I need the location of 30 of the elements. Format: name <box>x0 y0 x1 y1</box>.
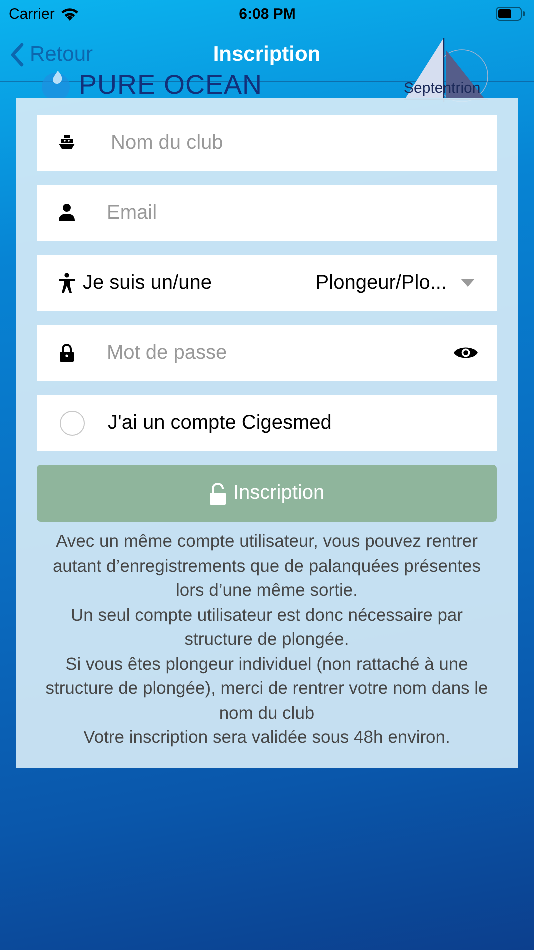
caret-icon <box>461 279 475 287</box>
person-figure-icon <box>57 273 77 293</box>
info-text: Si vous êtes plongeur individuel (non rattaché à une structure de plongée), merci de rentrer votre nom dans le nom du club <box>44 652 490 724</box>
radio-label: J'ai un compte Cigesmed <box>108 412 332 434</box>
carrier-label: Carrier <box>9 6 55 22</box>
padlock-icon <box>209 482 228 504</box>
text-box[interactable]: Email <box>37 185 497 241</box>
padlock-icon <box>57 343 77 363</box>
page-title: Inscription <box>213 42 321 66</box>
logo-text: Septentrion <box>404 80 481 97</box>
wifi-icon <box>60 6 80 22</box>
chevron-left-icon <box>10 42 24 66</box>
field-label: Je suis un/une <box>83 272 212 294</box>
battery-icon <box>496 7 526 21</box>
info-text: Un seul compte utilisateur est donc nécessaire par structure de plongée. <box>70 604 464 651</box>
back-button[interactable]: Retour <box>0 42 94 66</box>
input-field[interactable]: Email <box>105 200 479 226</box>
logo-text: PURE OCEAN <box>79 70 263 100</box>
radio-button[interactable] <box>60 410 85 436</box>
show-password-button[interactable] <box>453 345 479 361</box>
info-text: Avec un même compte utilisateur, vous pouvez rentrer autant d’enregistrements que de palanquées présentes lors d’une même sortie. <box>52 530 482 602</box>
status-time: 6:08 PM <box>239 6 296 22</box>
info-text: Votre inscription sera validée sous 48h environ. <box>82 726 452 749</box>
person-icon <box>57 203 77 223</box>
role-dropdown[interactable]: Plongeur/Plo... <box>316 272 479 294</box>
text-box[interactable]: Nom du club <box>37 115 497 171</box>
password-box[interactable]: Mot de passe <box>37 325 497 381</box>
eye-icon <box>453 345 479 361</box>
input-field[interactable]: Nom du club <box>109 130 479 156</box>
password-field[interactable]: Mot de passe <box>105 340 453 366</box>
